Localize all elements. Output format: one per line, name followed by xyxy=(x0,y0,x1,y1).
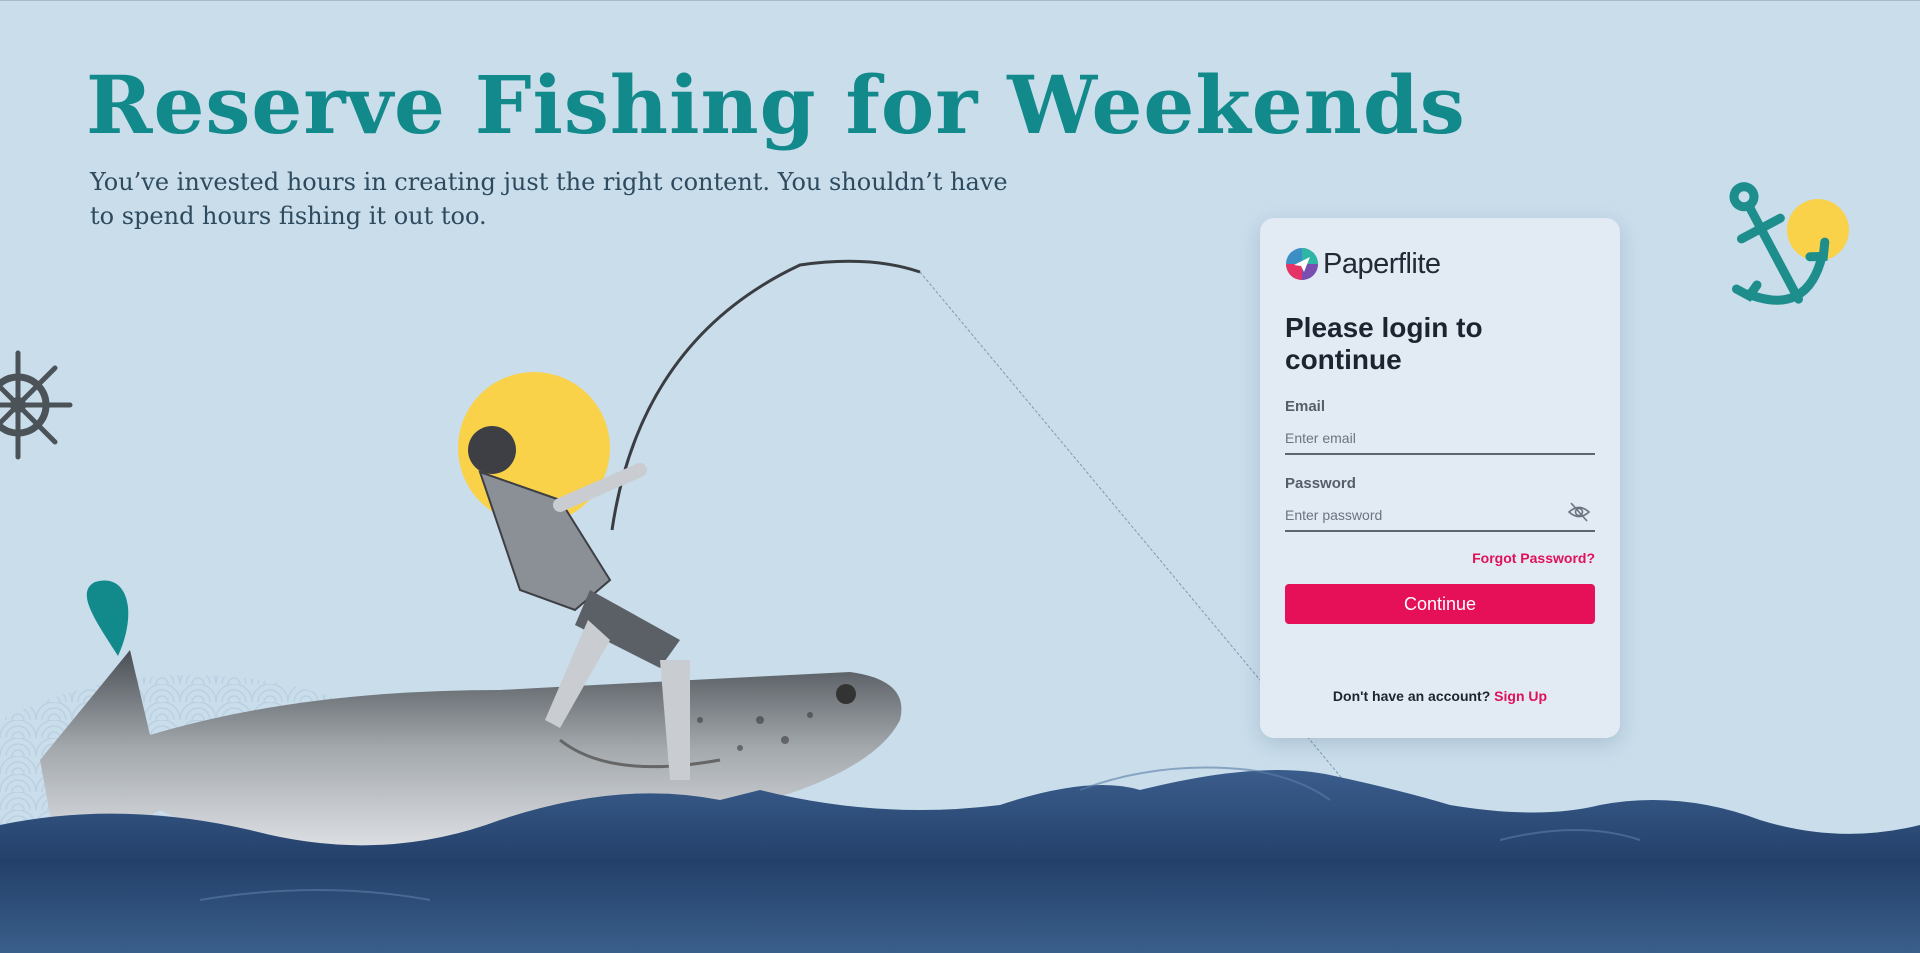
email-field-group: Email xyxy=(1285,398,1595,455)
password-input-wrap xyxy=(1285,502,1595,532)
forgot-password-link[interactable]: Forgot Password? xyxy=(1285,550,1595,566)
login-card: Paperflite Please login to continue Emai… xyxy=(1260,218,1620,738)
password-input[interactable] xyxy=(1285,502,1595,528)
anchor-icon xyxy=(1729,182,1849,305)
fishing-rod xyxy=(610,259,921,531)
ship-wheel-icon xyxy=(0,350,73,460)
password-label: Password xyxy=(1285,475,1356,492)
background-illustration xyxy=(0,182,1920,953)
login-title: Please login to continue xyxy=(1285,312,1483,375)
signup-row: Don't have an account? Sign Up xyxy=(1260,688,1620,704)
eye-slash-icon[interactable] xyxy=(1567,500,1591,524)
email-label: Email xyxy=(1285,398,1326,415)
teal-droplet xyxy=(86,580,129,656)
email-input-wrap xyxy=(1285,425,1595,455)
password-field-group: Password xyxy=(1285,475,1595,532)
email-input[interactable] xyxy=(1285,425,1595,451)
signup-link[interactable]: Sign Up xyxy=(1494,688,1547,704)
continue-button[interactable]: Continue xyxy=(1285,584,1595,624)
paperflite-logo-icon xyxy=(1286,248,1318,280)
brand-name: Paperflite xyxy=(1323,247,1441,280)
brand: Paperflite xyxy=(1285,246,1595,282)
signup-prompt: Don't have an account? xyxy=(1332,688,1491,704)
